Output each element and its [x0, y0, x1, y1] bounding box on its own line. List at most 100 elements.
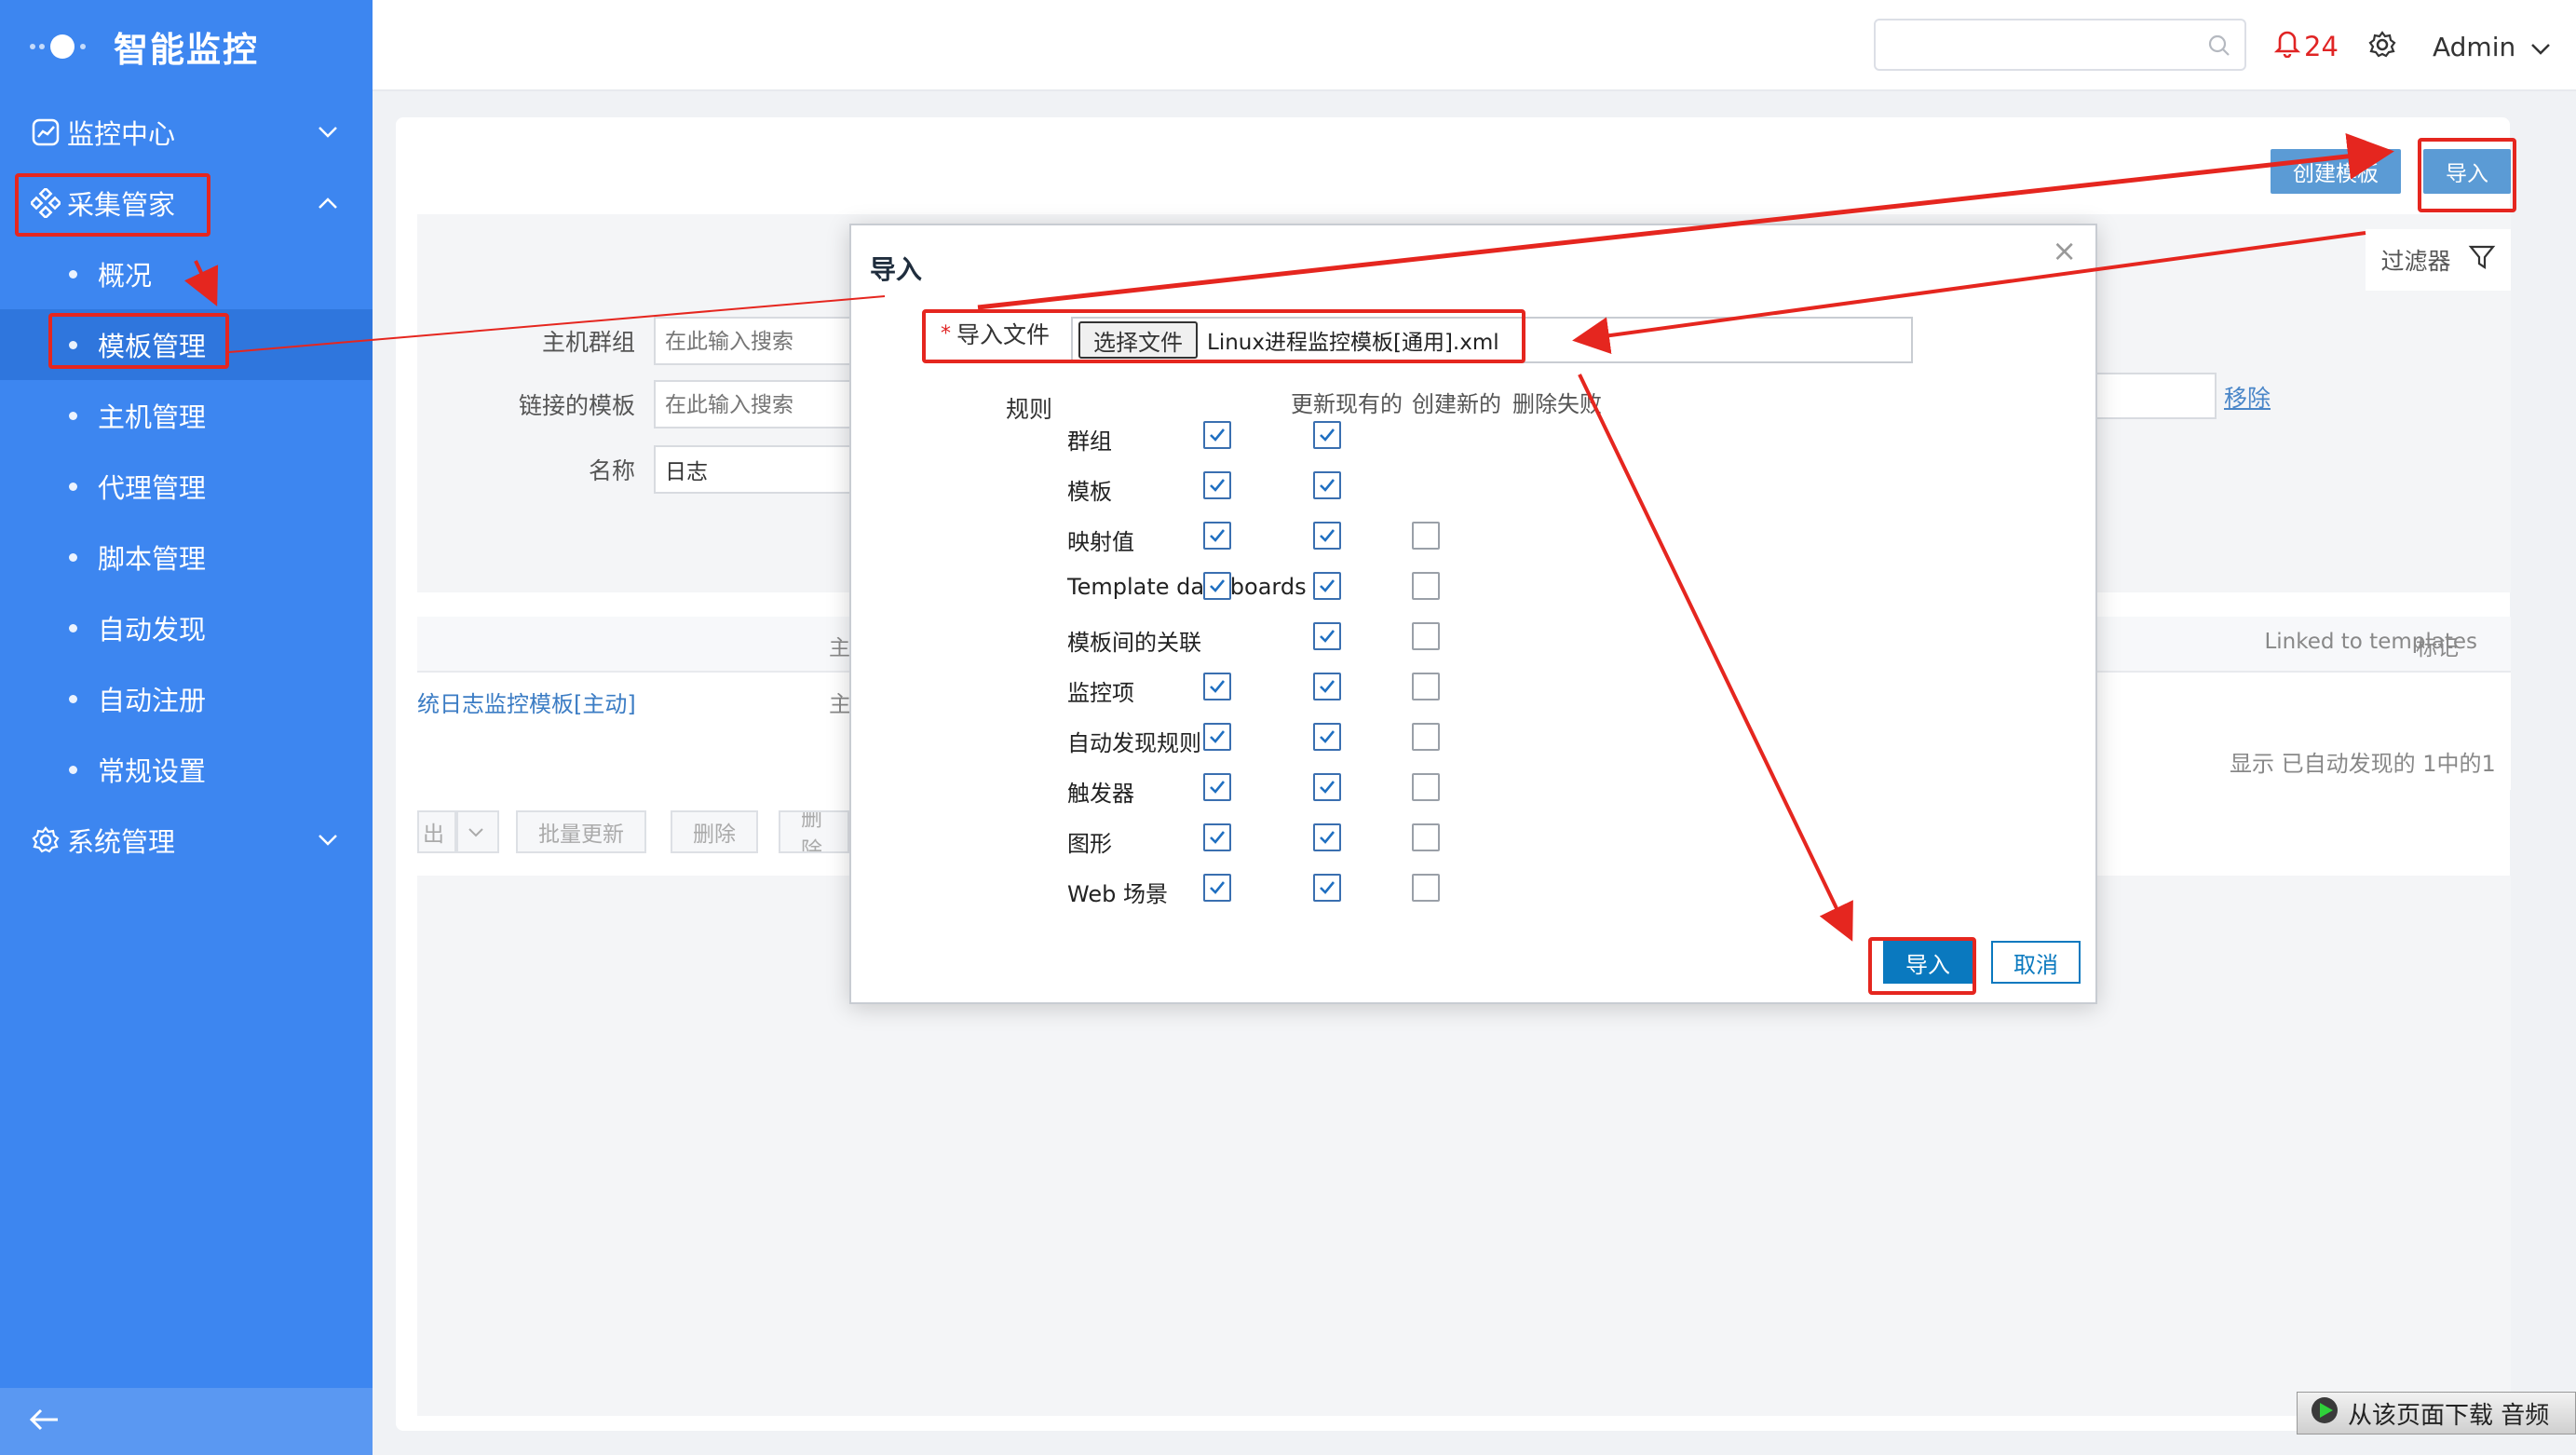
sidebar-item-overview[interactable]: 概况 [0, 238, 373, 309]
bullet-icon [69, 623, 77, 632]
check-icon [1320, 479, 1335, 492]
rule-checkbox-update[interactable] [1203, 522, 1231, 550]
rule-checkbox-delete[interactable] [1412, 773, 1440, 801]
choose-file-button[interactable]: 选择文件 [1078, 321, 1198, 359]
bullet-icon [69, 552, 77, 562]
rule-checkbox-delete[interactable] [1412, 823, 1440, 851]
rule-checkbox-create[interactable] [1313, 773, 1341, 801]
chart-icon [28, 115, 63, 150]
brand-logo-icon [28, 23, 93, 70]
rule-checkbox-create[interactable] [1313, 471, 1341, 499]
name-label: 名称 [588, 457, 635, 484]
rule-checkbox-create[interactable] [1313, 421, 1341, 449]
import-button[interactable]: 导入 [2423, 149, 2511, 194]
dialog-import-button[interactable]: 导入 [1883, 941, 1973, 984]
sidebar-item-discovery[interactable]: 自动发现 [0, 592, 373, 663]
tag-value-input[interactable] [2095, 373, 2217, 419]
rule-checkbox-create[interactable] [1313, 622, 1341, 650]
sidebar-item-hosts[interactable]: 主机管理 [0, 380, 373, 451]
export-button[interactable]: 出 [417, 810, 456, 853]
nodes-icon [28, 185, 63, 221]
settings-gear-icon[interactable] [2367, 30, 2397, 63]
watermark-text: 从该页面下载 音频 [2348, 1401, 2550, 1430]
rule-checkbox-create[interactable] [1313, 673, 1341, 700]
sidebar-item-autoreg[interactable]: 自动注册 [0, 663, 373, 734]
rule-checkbox-update[interactable] [1203, 874, 1231, 902]
check-icon [1320, 730, 1335, 743]
rule-checkbox-delete[interactable] [1412, 522, 1440, 550]
mass-update-button[interactable]: 批量更新 [516, 810, 646, 853]
import-dialog: 导入 × * 导入文件 选择文件 Linux进程监控模板[通用].xml 规则 … [849, 224, 2097, 1004]
rule-name: 图形 [1067, 831, 1112, 857]
global-search [1874, 19, 2246, 71]
user-menu[interactable]: Admin [2433, 32, 2551, 62]
bell-icon [2273, 28, 2301, 64]
arrow-left-icon [28, 1407, 61, 1436]
rule-checkbox-delete[interactable] [1412, 622, 1440, 650]
sidebar-group-system[interactable]: 系统管理 [0, 805, 373, 876]
host-group-input[interactable] [654, 317, 868, 365]
name-input[interactable] [654, 445, 868, 494]
check-icon [1320, 428, 1335, 442]
close-icon[interactable]: × [2052, 233, 2077, 268]
rule-checkbox-update[interactable] [1203, 572, 1231, 600]
search-icon[interactable] [2207, 34, 2231, 61]
sidebar-item-label: 常规设置 [98, 755, 207, 787]
linked-templates-input[interactable] [654, 380, 868, 428]
sidebar-group-collect[interactable]: 采集管家 [0, 168, 373, 238]
rule-checkbox-create[interactable] [1313, 823, 1341, 851]
rule-checkbox-delete[interactable] [1412, 723, 1440, 751]
sidebar-collapse-button[interactable] [0, 1388, 373, 1455]
rule-checkbox-delete[interactable] [1412, 874, 1440, 902]
remove-link[interactable]: 移除 [2224, 380, 2271, 414]
global-search-input[interactable] [1889, 20, 2196, 67]
col-host: 主 [829, 636, 850, 660]
rule-name: 模板 [1067, 479, 1112, 505]
download-watermark[interactable]: 从该页面下载 音频 [2297, 1392, 2576, 1435]
check-icon [1210, 781, 1226, 794]
col-delete-missing: 删除失败 [1512, 391, 1602, 417]
rule-checkbox-update[interactable] [1203, 673, 1231, 700]
rule-name: 监控项 [1067, 680, 1134, 706]
rule-checkbox-create[interactable] [1313, 723, 1341, 751]
rule-checkbox-create[interactable] [1313, 572, 1341, 600]
pagination-summary: 显示 已自动发现的 1中的1 [2230, 751, 2496, 777]
filter-host-group-row: 主机群组 [412, 317, 868, 365]
alerts-button[interactable]: 24 [2273, 28, 2339, 64]
sidebar-item-general[interactable]: 常规设置 [0, 734, 373, 805]
bullet-icon [69, 765, 77, 774]
dialog-cancel-button[interactable]: 取消 [1991, 941, 2081, 984]
rule-checkbox-delete[interactable] [1412, 572, 1440, 600]
export-dropdown[interactable] [456, 810, 499, 853]
delete-clear-button[interactable]: 删除 [779, 810, 849, 853]
rule-checkbox-update[interactable] [1203, 421, 1231, 449]
rule-checkbox-update[interactable] [1203, 773, 1231, 801]
sidebar-group-monitor[interactable]: 监控中心 [0, 97, 373, 168]
rule-checkbox-update[interactable] [1203, 823, 1231, 851]
table-row-host: 主 [829, 691, 851, 717]
sidebar-item-scripts[interactable]: 脚本管理 [0, 522, 373, 592]
dialog-title: 导入 [870, 254, 923, 285]
rule-checkbox-update[interactable] [1203, 471, 1231, 499]
rule-checkbox-update[interactable] [1203, 723, 1231, 751]
chevron-down-icon [2530, 32, 2551, 62]
brand: 智能监控 [28, 20, 259, 73]
sidebar-item-proxies[interactable]: 代理管理 [0, 451, 373, 522]
filter-tab[interactable]: 过滤器 [2366, 229, 2511, 291]
bullet-icon [69, 482, 77, 491]
check-icon [1320, 881, 1335, 894]
chevron-up-icon [309, 197, 346, 210]
rule-checkbox-create[interactable] [1313, 874, 1341, 902]
check-icon [1320, 630, 1335, 643]
delete-button[interactable]: 删除 [671, 810, 758, 853]
rule-checkbox-create[interactable] [1313, 522, 1341, 550]
col-create-new: 创建新的 [1412, 391, 1501, 417]
table-row-name-link[interactable]: 统日志监控模板[主动] [417, 686, 636, 718]
create-template-button[interactable]: 创建模板 [2271, 149, 2401, 194]
bullet-icon [69, 694, 77, 703]
rule-name: Web 场景 [1067, 881, 1168, 907]
check-icon [1320, 831, 1335, 844]
sidebar-item-label: 自动发现 [98, 614, 207, 646]
sidebar-item-templates[interactable]: 模板管理 [0, 309, 373, 380]
rule-checkbox-delete[interactable] [1412, 673, 1440, 700]
